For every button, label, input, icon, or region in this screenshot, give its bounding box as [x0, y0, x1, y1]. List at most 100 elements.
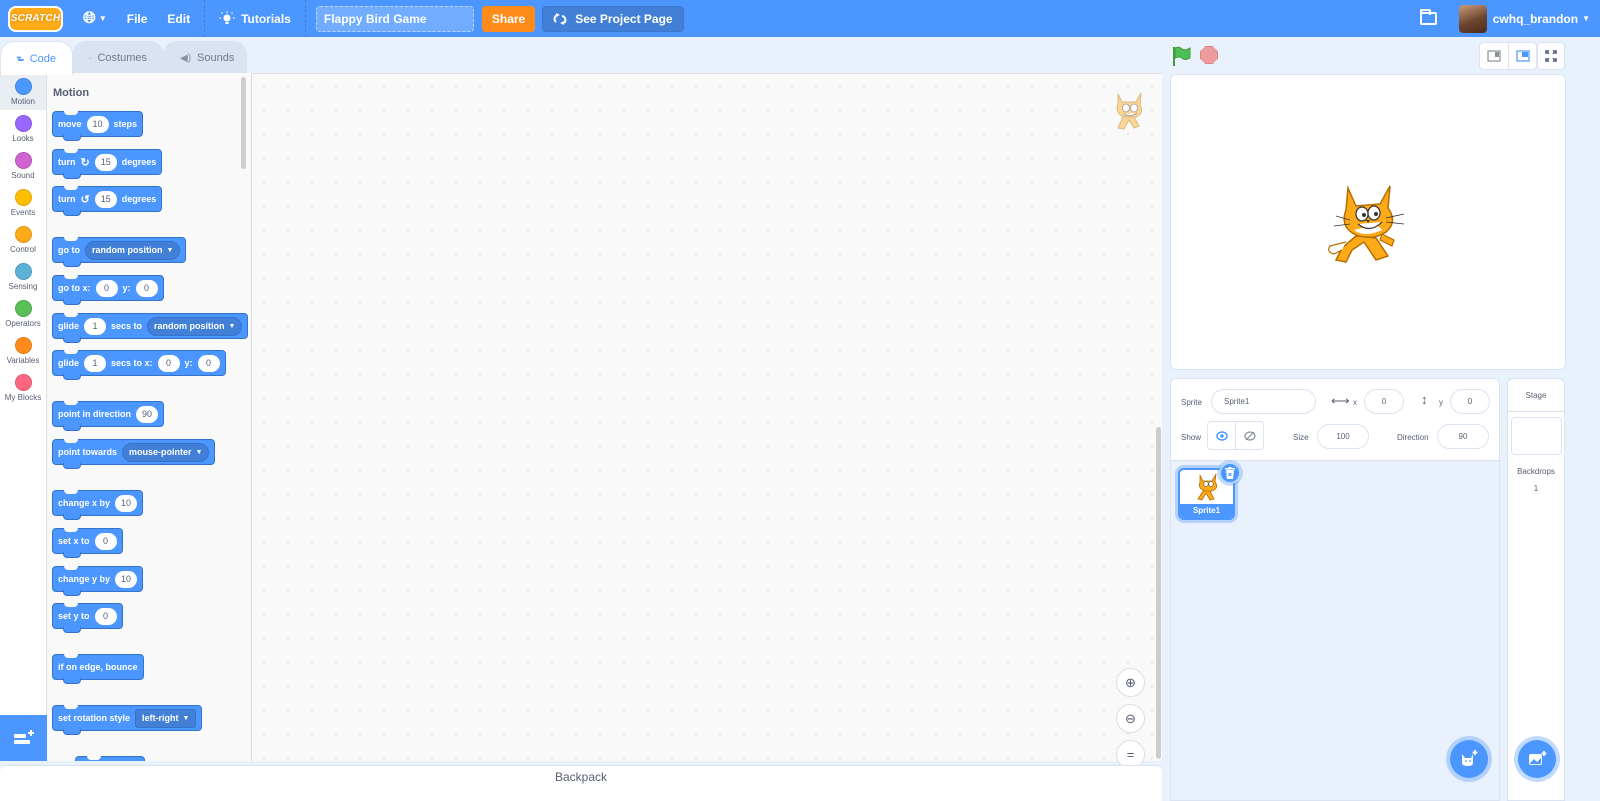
- fullscreen-button[interactable]: [1537, 42, 1565, 70]
- my-stuff-folder-icon[interactable]: [1419, 9, 1437, 25]
- delete-sprite-button[interactable]: [1219, 462, 1241, 484]
- category-my-blocks[interactable]: My Blocks: [0, 369, 46, 406]
- caret-down-icon: ▼: [166, 246, 174, 254]
- block-input[interactable]: 10: [115, 570, 138, 588]
- language-menu[interactable]: 🌐︎ ▼: [73, 0, 117, 37]
- backpack[interactable]: Backpack: [0, 765, 1162, 801]
- size-input[interactable]: [1317, 424, 1369, 449]
- block-set-rotation-style[interactable]: set rotation style left-right ▼: [52, 705, 203, 735]
- category-events[interactable]: Events: [0, 184, 46, 221]
- block-input[interactable]: 0: [135, 279, 158, 297]
- block-point-towards[interactable]: point towards mouse-pointer ▼: [52, 439, 216, 469]
- workspace-scrollbar[interactable]: [1156, 427, 1161, 759]
- block-input[interactable]: 0: [94, 532, 117, 550]
- add-extension-button[interactable]: [0, 715, 47, 761]
- block-bounce[interactable]: if on edge, bounce: [52, 654, 144, 684]
- file-menu[interactable]: File: [117, 0, 158, 37]
- category-operators[interactable]: Operators: [0, 295, 46, 332]
- block-dropdown[interactable]: random position ▼: [85, 240, 181, 260]
- stage-thumbnail[interactable]: [1510, 417, 1562, 455]
- block-move-steps[interactable]: move 10 steps: [52, 111, 144, 141]
- stage-selector[interactable]: Stage Backdrops 1: [1507, 378, 1565, 801]
- block-dropdown[interactable]: random position ▼: [147, 316, 243, 336]
- block-point-in-direction[interactable]: point in direction 90: [52, 401, 165, 431]
- block-set-y[interactable]: set y to 0: [52, 603, 123, 633]
- block-input[interactable]: 1: [84, 317, 107, 335]
- scratch-logo[interactable]: SCRATCH: [8, 5, 63, 32]
- block-input[interactable]: 15: [94, 153, 117, 171]
- user-avatar[interactable]: [1458, 4, 1487, 33]
- sprite-name-input[interactable]: [1211, 389, 1316, 414]
- block-text: y:: [122, 283, 131, 293]
- y-position-input[interactable]: [1450, 389, 1490, 414]
- block-set-x[interactable]: set x to 0: [52, 528, 123, 558]
- caret-down-icon: ▼: [195, 448, 203, 456]
- tab-code[interactable]: Code: [0, 41, 73, 75]
- x-position-input[interactable]: [1364, 389, 1404, 414]
- see-project-page-button[interactable]: See Project Page: [542, 5, 684, 32]
- block-input[interactable]: 90: [136, 405, 159, 423]
- tutorials-button[interactable]: Tutorials: [209, 0, 301, 37]
- chevron-down-icon[interactable]: ▼: [1582, 14, 1590, 23]
- edit-menu[interactable]: Edit: [157, 0, 200, 37]
- block-input[interactable]: 0: [95, 279, 118, 297]
- block-dropdown[interactable]: left-right ▼: [135, 708, 197, 728]
- block-change-x[interactable]: change x by 10: [52, 490, 144, 520]
- category-variables[interactable]: Variables: [0, 332, 46, 369]
- block-input[interactable]: 0: [157, 354, 180, 372]
- category-looks[interactable]: Looks: [0, 110, 46, 147]
- block-partial[interactable]: [75, 756, 145, 761]
- block-glide-xy[interactable]: glide 1 secs to x: 0 y: 0: [52, 350, 226, 380]
- stage-canvas[interactable]: [1170, 74, 1566, 370]
- large-stage-button[interactable]: [1508, 43, 1536, 69]
- zoom-out-icon: ⊖: [1125, 710, 1136, 726]
- block-turn-right[interactable]: turn ↻ 15 degrees: [52, 149, 163, 179]
- share-button[interactable]: Share: [481, 5, 536, 32]
- block-go-to[interactable]: go to random position ▼: [52, 237, 187, 267]
- block-input[interactable]: 0: [197, 354, 220, 372]
- block-text: turn: [58, 194, 76, 204]
- block-input[interactable]: 10: [86, 115, 109, 133]
- block-input[interactable]: 15: [94, 190, 117, 208]
- script-workspace[interactable]: ⊕ ⊖ =: [252, 73, 1162, 769]
- block-input[interactable]: 1: [84, 354, 107, 372]
- block-change-y[interactable]: change y by 10: [52, 566, 144, 596]
- block-input[interactable]: 0: [94, 607, 117, 625]
- choose-backdrop-button[interactable]: [1518, 740, 1556, 778]
- globe-icon: 🌐︎: [83, 9, 96, 27]
- tab-costumes[interactable]: Costumes: [72, 41, 164, 74]
- block-turn-left[interactable]: turn ↺ 15 degrees: [52, 186, 163, 216]
- show-sprite-button[interactable]: [1208, 422, 1235, 449]
- zoom-in-button[interactable]: ⊕: [1116, 668, 1145, 697]
- username[interactable]: cwhq_brandon: [1493, 12, 1578, 26]
- project-title-input[interactable]: [315, 5, 474, 32]
- choose-sprite-button[interactable]: [1450, 740, 1488, 778]
- tab-sounds[interactable]: ◀) Sounds: [163, 41, 247, 74]
- category-dot-icon: [14, 374, 32, 391]
- block-input[interactable]: 10: [115, 494, 138, 512]
- hide-sprite-button[interactable]: [1235, 422, 1263, 449]
- dropdown-value: random position: [154, 321, 225, 331]
- rotate-right-icon: ↻: [80, 156, 90, 169]
- block-dropdown[interactable]: mouse-pointer ▼: [122, 442, 210, 462]
- category-motion[interactable]: Motion: [0, 73, 46, 110]
- sprite-cat-on-stage[interactable]: [1326, 180, 1411, 268]
- show-label: Show: [1181, 433, 1202, 442]
- current-sprite-cat-icon: [1116, 92, 1143, 130]
- category-sensing[interactable]: Sensing: [0, 258, 46, 295]
- small-stage-button[interactable]: [1480, 43, 1508, 69]
- category-sound[interactable]: Sound: [0, 147, 46, 184]
- block-text: move: [58, 119, 82, 129]
- category-menu: Motion Looks Sound Events Control Sensin…: [0, 73, 47, 761]
- block-glide-to[interactable]: glide 1 secs to random position ▼: [52, 313, 249, 343]
- palette-scrollbar[interactable]: [241, 77, 246, 169]
- size-label: Size: [1293, 433, 1309, 442]
- block-go-to-xy[interactable]: go to x: 0 y: 0: [52, 275, 164, 305]
- category-control[interactable]: Control: [0, 221, 46, 258]
- direction-input[interactable]: [1437, 424, 1489, 449]
- zoom-in-icon: ⊕: [1125, 674, 1136, 690]
- zoom-out-button[interactable]: ⊖: [1116, 704, 1145, 733]
- block-text: change x by: [58, 498, 111, 508]
- stop-button[interactable]: [1200, 46, 1218, 64]
- green-flag-button[interactable]: [1170, 44, 1194, 68]
